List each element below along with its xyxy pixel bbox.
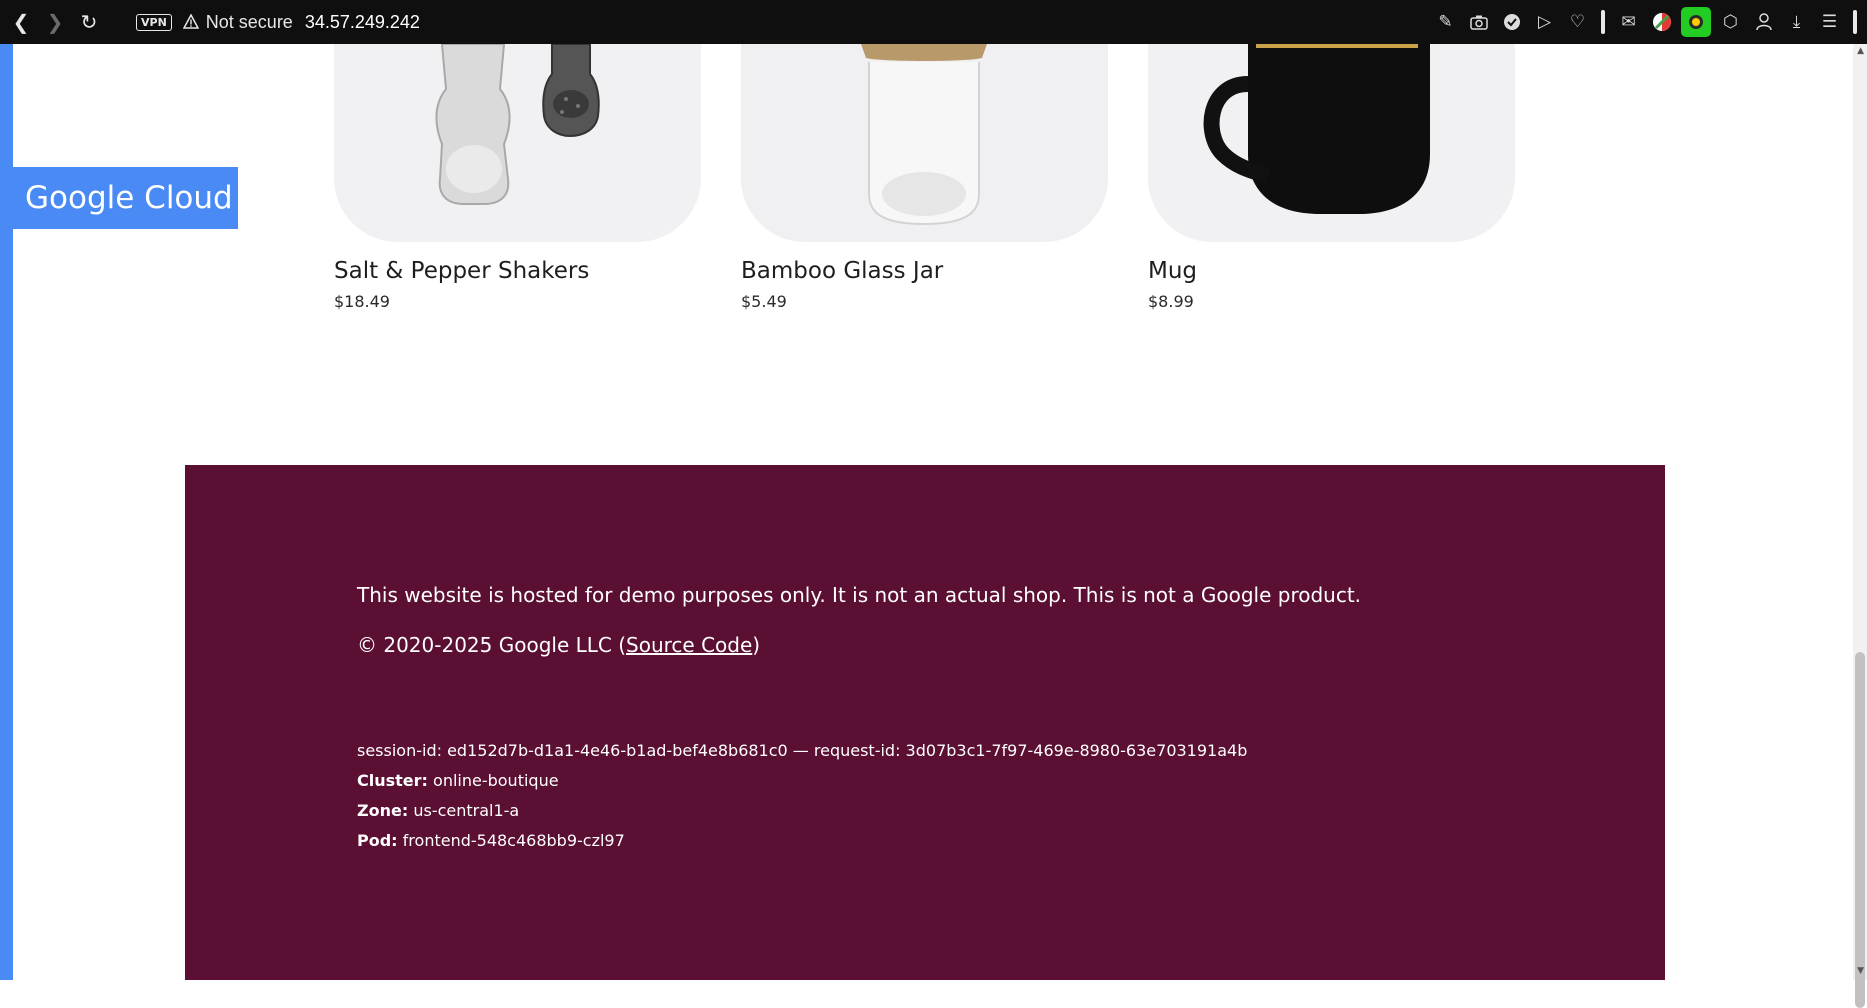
copyright-suffix: ) xyxy=(752,633,761,657)
scrollbar-thumb[interactable] xyxy=(1855,652,1865,1008)
toolbar-icons: ✎ ▷ ♡ ✉ ⬡ ⤓ ☰ xyxy=(1432,0,1861,44)
product-price: $5.49 xyxy=(741,292,787,311)
product-card[interactable]: Salt & Pepper Shakers $18.49 xyxy=(334,44,701,311)
zone-label: Zone: xyxy=(357,801,409,820)
menu-icon[interactable]: ☰ xyxy=(1816,7,1843,37)
left-accent-strip xyxy=(0,44,13,980)
pod-info: Pod: frontend-548c468bb9-czl97 xyxy=(357,826,1247,856)
page-scrollbar[interactable] xyxy=(1853,44,1867,1008)
reload-icon[interactable]: ↻ xyxy=(76,9,102,35)
forward-icon[interactable]: ❯ xyxy=(42,9,68,35)
send-icon[interactable]: ▷ xyxy=(1531,7,1558,37)
active-extension-icon[interactable] xyxy=(1681,7,1711,37)
zone-value: us-central1-a xyxy=(408,801,520,820)
cube-icon[interactable]: ⬡ xyxy=(1717,7,1744,37)
address-bar[interactable]: 34.57.249.242 xyxy=(305,12,420,33)
product-card[interactable]: Bamboo Glass Jar $5.49 xyxy=(741,44,1108,311)
security-status[interactable]: Not secure xyxy=(206,12,293,33)
footer-metadata: session-id: ed152d7b-d1a1-4e46-b1ad-bef4… xyxy=(357,736,1247,856)
zone-info: Zone: us-central1-a xyxy=(357,796,1247,826)
product-image[interactable] xyxy=(1148,44,1515,242)
product-name[interactable]: Salt & Pepper Shakers xyxy=(334,258,701,284)
source-code-link[interactable]: Source Code xyxy=(626,633,752,657)
camera-icon[interactable] xyxy=(1465,7,1492,37)
session-request-ids: session-id: ed152d7b-d1a1-4e46-b1ad-bef4… xyxy=(357,741,1248,760)
product-price: $18.49 xyxy=(334,292,390,311)
cluster-info: Cluster: online-boutique xyxy=(357,766,1247,796)
site-footer: This website is hosted for demo purposes… xyxy=(185,465,1665,980)
heart-icon[interactable]: ♡ xyxy=(1564,7,1591,37)
pod-label: Pod: xyxy=(357,831,398,850)
product-image[interactable] xyxy=(741,44,1108,242)
browser-toolbar: ❮ ❯ ↻ VPN Not secure 34.57.249.242 ✎ ▷ ♡… xyxy=(0,0,1867,44)
cluster-label: Cluster: xyxy=(357,771,428,790)
scroll-up-icon[interactable]: ▲ xyxy=(1857,46,1864,56)
download-icon[interactable]: ⤓ xyxy=(1783,7,1810,37)
warning-icon[interactable] xyxy=(182,13,200,31)
mail-icon[interactable]: ✉ xyxy=(1615,7,1642,37)
vpn-badge[interactable]: VPN xyxy=(136,13,172,31)
profile-icon[interactable] xyxy=(1750,7,1777,37)
product-card[interactable]: Mug $8.99 xyxy=(1148,44,1515,311)
product-name[interactable]: Bamboo Glass Jar xyxy=(741,258,1108,284)
extension-color-icon[interactable] xyxy=(1648,7,1675,37)
product-image[interactable] xyxy=(334,44,701,242)
toolbar-divider xyxy=(1853,10,1857,34)
pod-value: frontend-548c468bb9-czl97 xyxy=(397,831,625,850)
google-cloud-label: Google Cloud xyxy=(25,180,233,216)
footer-disclaimer: This website is hosted for demo purposes… xyxy=(357,583,1362,607)
cluster-value: online-boutique xyxy=(427,771,559,790)
footer-copyright: © 2020-2025 Google LLC (Source Code) xyxy=(357,633,760,657)
shield-icon[interactable] xyxy=(1498,7,1525,37)
scroll-down-icon[interactable]: ▼ xyxy=(1857,966,1864,976)
google-cloud-banner[interactable]: Google Cloud xyxy=(13,167,238,229)
toolbar-divider xyxy=(1601,10,1605,34)
copyright-prefix: © 2020-2025 Google LLC ( xyxy=(357,633,627,657)
back-icon[interactable]: ❮ xyxy=(8,9,34,35)
edit-icon[interactable]: ✎ xyxy=(1432,7,1459,37)
product-price: $8.99 xyxy=(1148,292,1194,311)
product-name[interactable]: Mug xyxy=(1148,258,1515,284)
